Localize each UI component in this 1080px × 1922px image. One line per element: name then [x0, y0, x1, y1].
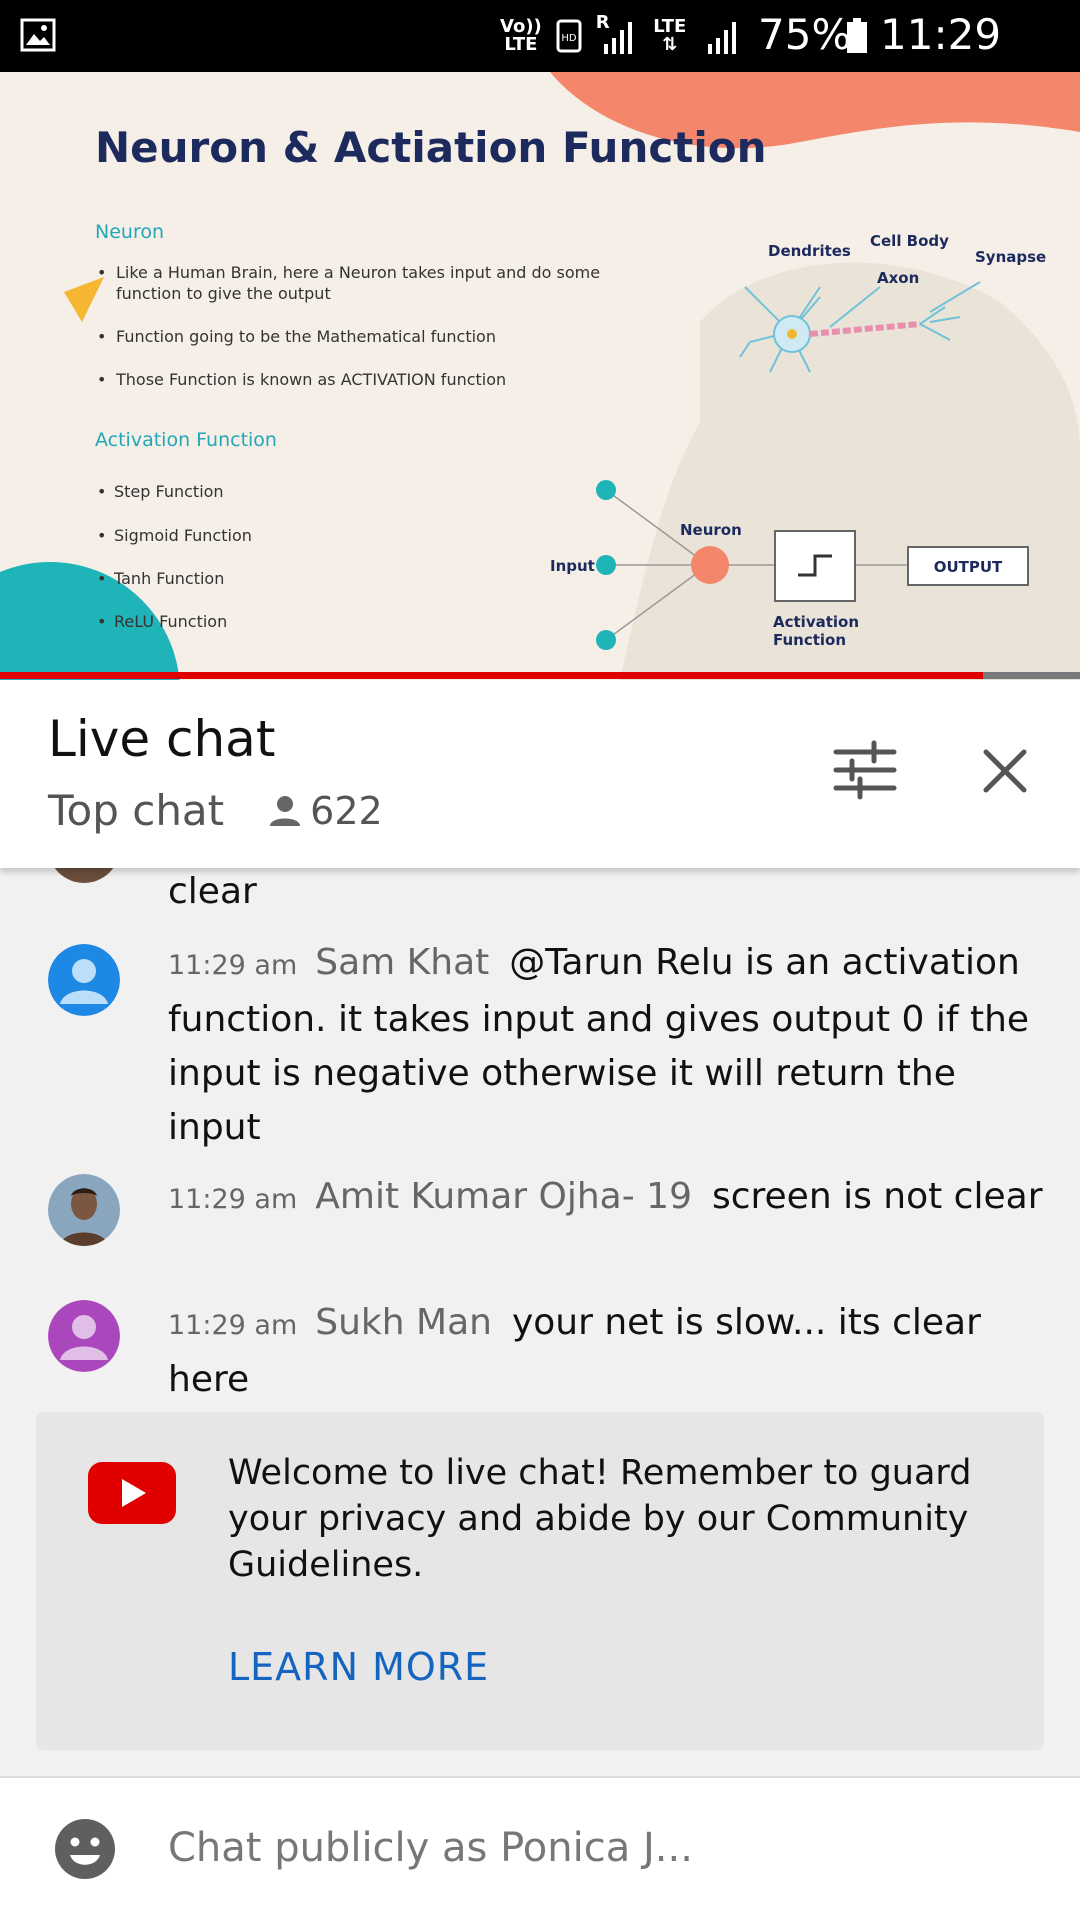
chat-mode-selector[interactable]: Top chat 622 — [48, 786, 383, 835]
signal-icon: R — [596, 14, 636, 58]
welcome-text: Welcome to live chat! Remember to guard … — [228, 1453, 972, 1585]
message-timestamp: 11:29 am — [168, 950, 298, 981]
svg-text:•: • — [97, 526, 106, 545]
message-author[interactable]: Sukh Man — [315, 1302, 492, 1343]
message-text: screen is not clear — [711, 1176, 1043, 1217]
slide-bullet: Those Function is known as ACTIVATION fu… — [115, 370, 506, 389]
message-timestamp: 11:29 am — [168, 1310, 298, 1341]
message-timestamp: 11:29 am — [168, 1184, 298, 1215]
label-synapse: Synapse — [975, 248, 1046, 266]
svg-text:•: • — [97, 327, 106, 346]
youtube-logo-icon — [88, 1462, 176, 1524]
chat-title: Live chat — [48, 710, 276, 768]
viewer-count-value: 622 — [310, 788, 383, 833]
hd-icon: HD — [556, 19, 582, 53]
svg-text:•: • — [97, 370, 106, 389]
slide-bullet: Function going to be the Mathematical fu… — [116, 327, 496, 346]
slide-bullet: function to give the output — [116, 284, 331, 303]
battery-percent: 75% — [758, 10, 852, 59]
avatar[interactable] — [48, 1300, 120, 1372]
label-cell-body: Cell Body — [870, 232, 949, 250]
slide-title: Neuron & Actiation Function — [95, 123, 766, 172]
chat-input[interactable] — [168, 1818, 1008, 1878]
avatar[interactable] — [48, 1174, 120, 1246]
label-activation: Activation — [773, 613, 859, 631]
signal-icon — [707, 22, 736, 54]
message-author[interactable]: Amit Kumar Ojha- 19 — [315, 1176, 692, 1217]
message-author[interactable]: Sam Khat — [315, 942, 489, 983]
slide-bullet: Like a Human Brain, here a Neuron takes … — [116, 263, 600, 282]
person-icon — [270, 795, 301, 826]
volte-indicator: Vo)) LTE — [500, 16, 542, 55]
lte-indicator: LTE ⇅ — [653, 16, 687, 55]
svg-text:•: • — [97, 482, 106, 501]
video-player[interactable]: Neuron & Actiation Function Neuron • Lik… — [0, 72, 1080, 680]
slide-bullet: ReLU Function — [114, 612, 227, 631]
pointer-triangle — [64, 277, 104, 322]
label-dendrites: Dendrites — [768, 242, 851, 260]
message-text: clear — [168, 871, 257, 912]
svg-text:HD: HD — [561, 33, 577, 44]
status-bar: Vo))LTE HD R LTE⇅ 75% 11:29 am — [0, 0, 1080, 108]
video-progress-fill — [0, 672, 983, 679]
label-output: OUTPUT — [934, 558, 1003, 576]
label-axon: Axon — [877, 269, 919, 287]
slide-bullet: Sigmoid Function — [114, 526, 252, 545]
viewer-count: 622 — [268, 789, 383, 833]
chat-mode-label: Top chat — [48, 786, 225, 835]
close-icon[interactable] — [980, 746, 1030, 796]
emoji-icon[interactable] — [54, 1818, 116, 1880]
svg-text:•: • — [97, 612, 106, 631]
svg-text:•: • — [97, 263, 106, 282]
message-text: @Tarun Relu is an activation function. i… — [168, 942, 1030, 1148]
battery-icon — [847, 18, 867, 53]
avatar[interactable] — [48, 944, 120, 1016]
slide: Neuron & Actiation Function Neuron • Lik… — [0, 72, 1080, 680]
slide-bullet: Tanh Function — [113, 569, 224, 588]
image-icon — [20, 18, 56, 52]
label-input: Input — [550, 557, 595, 575]
slide-heading-neuron: Neuron — [95, 221, 164, 243]
slide-heading-activation: Activation Function — [95, 429, 277, 451]
chat-header — [0, 680, 1080, 868]
label-neuron: Neuron — [680, 521, 742, 539]
label-function: Function — [773, 631, 846, 649]
svg-text:•: • — [97, 569, 106, 588]
filter-icon[interactable] — [830, 740, 900, 800]
learn-more-link[interactable]: LEARN MORE — [228, 1645, 489, 1689]
slide-bullet: Step Function — [114, 482, 224, 501]
